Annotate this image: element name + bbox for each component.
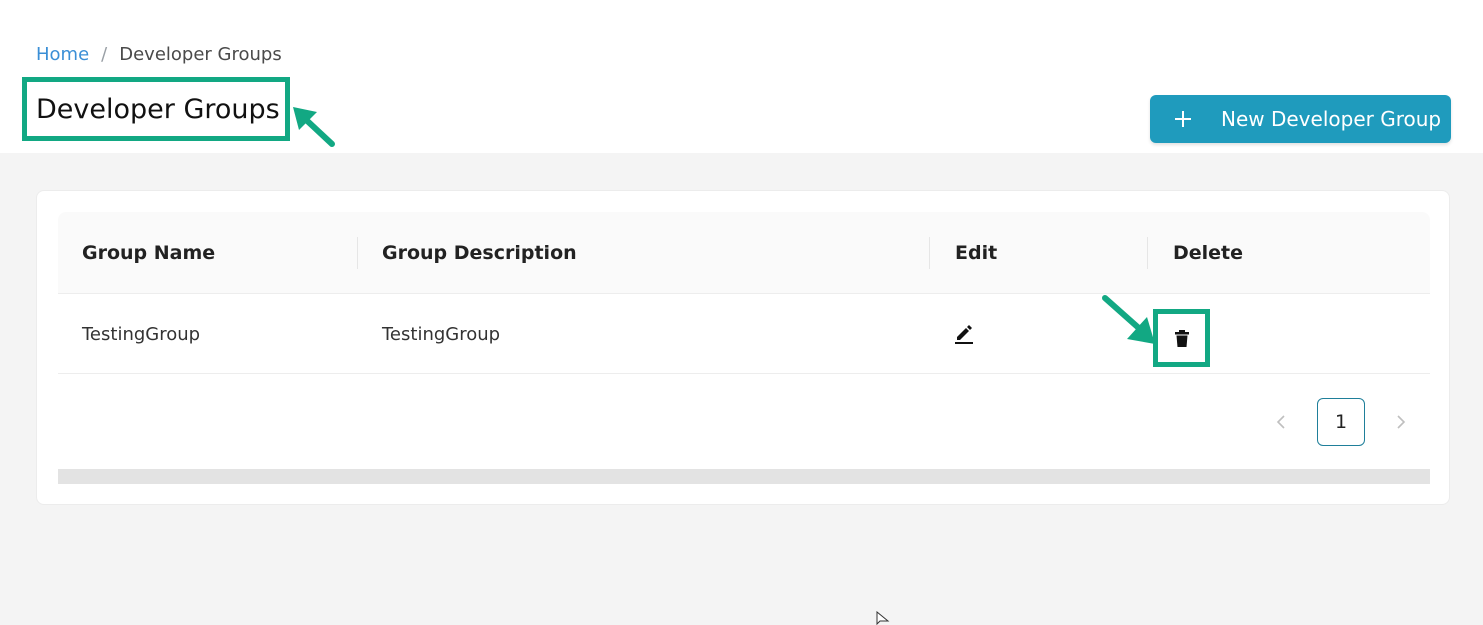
- column-header-group-name: Group Name: [82, 242, 216, 264]
- column-divider: [929, 237, 930, 269]
- chevron-left-icon: [1276, 415, 1285, 429]
- column-divider: [1147, 237, 1148, 269]
- developer-groups-table: Group Name Group Description Edit Delete…: [58, 212, 1430, 374]
- pagination: 1: [1257, 398, 1425, 446]
- breadcrumb-home-link[interactable]: Home: [36, 44, 89, 65]
- new-developer-group-label: New Developer Group: [1221, 107, 1442, 131]
- page-title: Developer Groups: [36, 93, 280, 125]
- horizontal-scrollbar[interactable]: [58, 469, 1430, 484]
- page-header: Home / Developer Groups Developer Groups…: [0, 0, 1483, 153]
- mouse-cursor-icon: [876, 611, 890, 625]
- annotation-arrow-icon: [293, 107, 335, 147]
- column-divider: [357, 237, 358, 269]
- pagination-next[interactable]: [1377, 398, 1425, 446]
- pencil-icon: [955, 325, 973, 344]
- developer-groups-card: Group Name Group Description Edit Delete…: [36, 190, 1450, 505]
- trash-icon: [1174, 329, 1189, 347]
- chevron-right-icon: [1397, 415, 1406, 429]
- cell-group-name: TestingGroup: [82, 323, 201, 345]
- annotation-arrow-icon: [1102, 295, 1155, 344]
- plus-icon: [1175, 111, 1191, 127]
- pagination-prev[interactable]: [1257, 398, 1305, 446]
- breadcrumb-current: Developer Groups: [119, 43, 282, 65]
- pagination-page-current[interactable]: 1: [1317, 398, 1365, 446]
- column-header-delete: Delete: [1173, 242, 1244, 264]
- title-highlight-box: Developer Groups: [22, 77, 290, 141]
- breadcrumb-separator: /: [101, 43, 108, 65]
- column-header-edit: Edit: [955, 242, 998, 264]
- edit-button[interactable]: [954, 294, 974, 374]
- new-developer-group-button[interactable]: New Developer Group: [1150, 95, 1451, 143]
- cell-group-description: TestingGroup: [382, 323, 501, 345]
- table-row: TestingGroup TestingGroup: [58, 294, 1430, 374]
- table-header: Group Name Group Description Edit Delete: [58, 212, 1430, 294]
- breadcrumb: Home / Developer Groups: [36, 43, 282, 65]
- delete-button[interactable]: [1153, 309, 1210, 367]
- column-header-group-description: Group Description: [382, 242, 577, 264]
